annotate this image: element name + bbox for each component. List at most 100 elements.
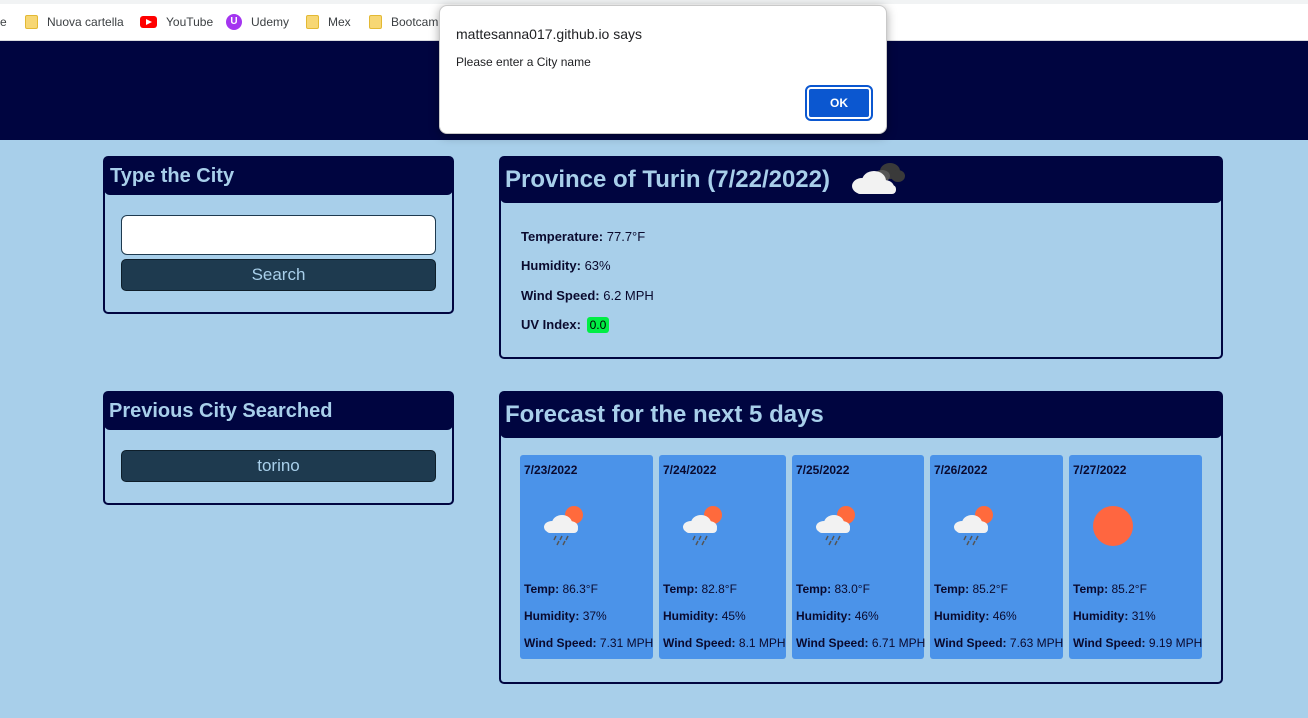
temp-value: 85.2°F xyxy=(972,582,1008,596)
forecast-date: 7/25/2022 xyxy=(796,463,850,477)
humidity-value: 45% xyxy=(721,609,746,623)
rain-icon xyxy=(812,501,862,550)
uv-index-badge: 0.0 xyxy=(586,317,610,333)
forecast-wind: Wind Speed: 9.19 MPH xyxy=(1073,636,1202,650)
forecast-temp: Temp: 85.2°F xyxy=(1073,582,1147,596)
current-weather-title: Province of Turin (7/22/2022) xyxy=(505,166,830,193)
wind-label: Wind Speed: xyxy=(1073,636,1146,650)
search-button[interactable]: Search xyxy=(121,259,436,291)
forecast-wind: Wind Speed: 6.71 MPH xyxy=(796,636,925,650)
forecast-temp: Temp: 85.2°F xyxy=(934,582,1008,596)
wind-value: 7.31 MPH xyxy=(599,636,654,650)
forecast-date: 7/27/2022 xyxy=(1073,463,1127,477)
current-weather-title-bar: Province of Turin (7/22/2022) xyxy=(500,157,1222,203)
rain-icon xyxy=(950,501,1000,550)
temp-value: 83.0°F xyxy=(834,582,870,596)
wind-value: 8.1 MPH xyxy=(738,636,786,650)
bookmark-udemy[interactable]: U Udemy xyxy=(226,12,289,32)
wind-label: Wind Speed: xyxy=(796,636,869,650)
forecast-wind: Wind Speed: 7.31 MPH xyxy=(524,636,653,650)
forecast-humidity: Humidity: 46% xyxy=(796,609,879,623)
bookmark-label: Udemy xyxy=(251,15,290,29)
uv-label: UV Index: xyxy=(521,317,581,332)
forecast-title: Forecast for the next 5 days xyxy=(500,392,1222,438)
humidity-label: Humidity: xyxy=(1073,609,1129,623)
temp-value: 86.3°F xyxy=(562,582,598,596)
uv-stat: UV Index: 0.0 xyxy=(521,317,610,333)
humidity-label: Humidity: xyxy=(663,609,719,623)
temp-label: Temp: xyxy=(524,582,560,596)
forecast-humidity: Humidity: 45% xyxy=(663,609,746,623)
forecast-card: 7/26/2022 Temp: 85.2°F Humidity: 46% Win… xyxy=(930,455,1063,659)
temperature-stat: Temperature: 77.7°F xyxy=(521,229,645,244)
forecast-date: 7/24/2022 xyxy=(663,463,717,477)
humidity-label: Humidity: xyxy=(521,258,581,273)
search-panel: Type the City Search xyxy=(103,156,454,314)
current-weather-panel: Province of Turin (7/22/2022) Temperatur… xyxy=(499,156,1223,359)
folder-icon xyxy=(369,15,382,29)
humidity-value: 31% xyxy=(1131,609,1156,623)
alert-dialog: mattesanna017.github.io says Please ente… xyxy=(439,5,887,134)
forecast-date: 7/23/2022 xyxy=(524,463,578,477)
humidity-label: Humidity: xyxy=(524,609,580,623)
ok-button[interactable]: OK xyxy=(805,85,873,121)
youtube-icon xyxy=(140,16,157,28)
history-panel-title: Previous City Searched xyxy=(104,392,453,430)
bookmark-label: Nuova cartella xyxy=(47,15,124,29)
wind-label: Wind Speed: xyxy=(524,636,597,650)
forecast-wind: Wind Speed: 7.63 MPH xyxy=(934,636,1063,650)
temp-label: Temp: xyxy=(796,582,832,596)
forecast-temp: Temp: 82.8°F xyxy=(663,582,737,596)
temp-label: Temp: xyxy=(663,582,699,596)
tab-strip-edge xyxy=(0,0,1308,4)
forecast-temp: Temp: 83.0°F xyxy=(796,582,870,596)
wind-value: 6.2 MPH xyxy=(603,288,654,303)
temp-label: Temp: xyxy=(1073,582,1109,596)
temperature-value: 77.7°F xyxy=(606,229,646,244)
wind-value: 9.19 MPH xyxy=(1148,636,1203,650)
search-panel-title: Type the City xyxy=(104,157,453,195)
humidity-label: Humidity: xyxy=(934,609,990,623)
humidity-value: 37% xyxy=(582,609,607,623)
temp-label: Temp: xyxy=(934,582,970,596)
forecast-card: 7/25/2022 Temp: 83.0°F Humidity: 46% Win… xyxy=(792,455,925,659)
folder-icon xyxy=(306,15,319,29)
bookmark-label: Mex xyxy=(328,15,351,29)
bookmark-youtube[interactable]: YouTube xyxy=(140,12,213,32)
bookmark-label: YouTube xyxy=(166,15,214,29)
temperature-label: Temperature: xyxy=(521,229,604,244)
forecast-card: 7/23/2022 Temp: 86.3°F Humidity: 37% Win… xyxy=(520,455,653,659)
bookmark-label: e xyxy=(0,15,7,29)
bookmark-nuova-cartella[interactable]: Nuova cartella xyxy=(25,12,124,32)
humidity-value: 46% xyxy=(992,609,1017,623)
humidity-value: 46% xyxy=(854,609,879,623)
humidity-stat: Humidity: 63% xyxy=(521,258,611,273)
humidity-value: 63% xyxy=(584,258,611,273)
history-panel: Previous City Searched torino xyxy=(103,391,454,505)
forecast-wind: Wind Speed: 8.1 MPH xyxy=(663,636,786,650)
humidity-label: Humidity: xyxy=(796,609,852,623)
rain-icon xyxy=(679,501,729,550)
wind-label: Wind Speed: xyxy=(934,636,1007,650)
forecast-humidity: Humidity: 37% xyxy=(524,609,607,623)
udemy-icon: U xyxy=(226,14,242,30)
forecast-panel: Forecast for the next 5 days 7/23/2022 T… xyxy=(499,391,1223,684)
forecast-humidity: Humidity: 46% xyxy=(934,609,1017,623)
cloudy-icon xyxy=(848,157,908,204)
forecast-card: 7/24/2022 Temp: 82.8°F Humidity: 45% Win… xyxy=(659,455,786,659)
rain-icon xyxy=(540,501,590,550)
history-city-button[interactable]: torino xyxy=(121,450,436,482)
city-search-input[interactable] xyxy=(121,215,436,255)
wind-value: 7.63 MPH xyxy=(1009,636,1064,650)
forecast-card: 7/27/2022 Temp: 85.2°F Humidity: 31% Win… xyxy=(1069,455,1202,659)
forecast-date: 7/26/2022 xyxy=(934,463,988,477)
forecast-temp: Temp: 86.3°F xyxy=(524,582,598,596)
sun-icon xyxy=(1089,501,1139,550)
temp-value: 82.8°F xyxy=(701,582,737,596)
bookmark-bootcamp[interactable]: Bootcam xyxy=(369,12,438,32)
bookmark-item-partial[interactable]: e xyxy=(0,12,7,32)
dialog-title: mattesanna017.github.io says xyxy=(456,26,643,42)
bookmark-label: Bootcam xyxy=(391,15,439,29)
bookmark-mex[interactable]: Mex xyxy=(306,12,351,32)
wind-label: Wind Speed: xyxy=(521,288,600,303)
